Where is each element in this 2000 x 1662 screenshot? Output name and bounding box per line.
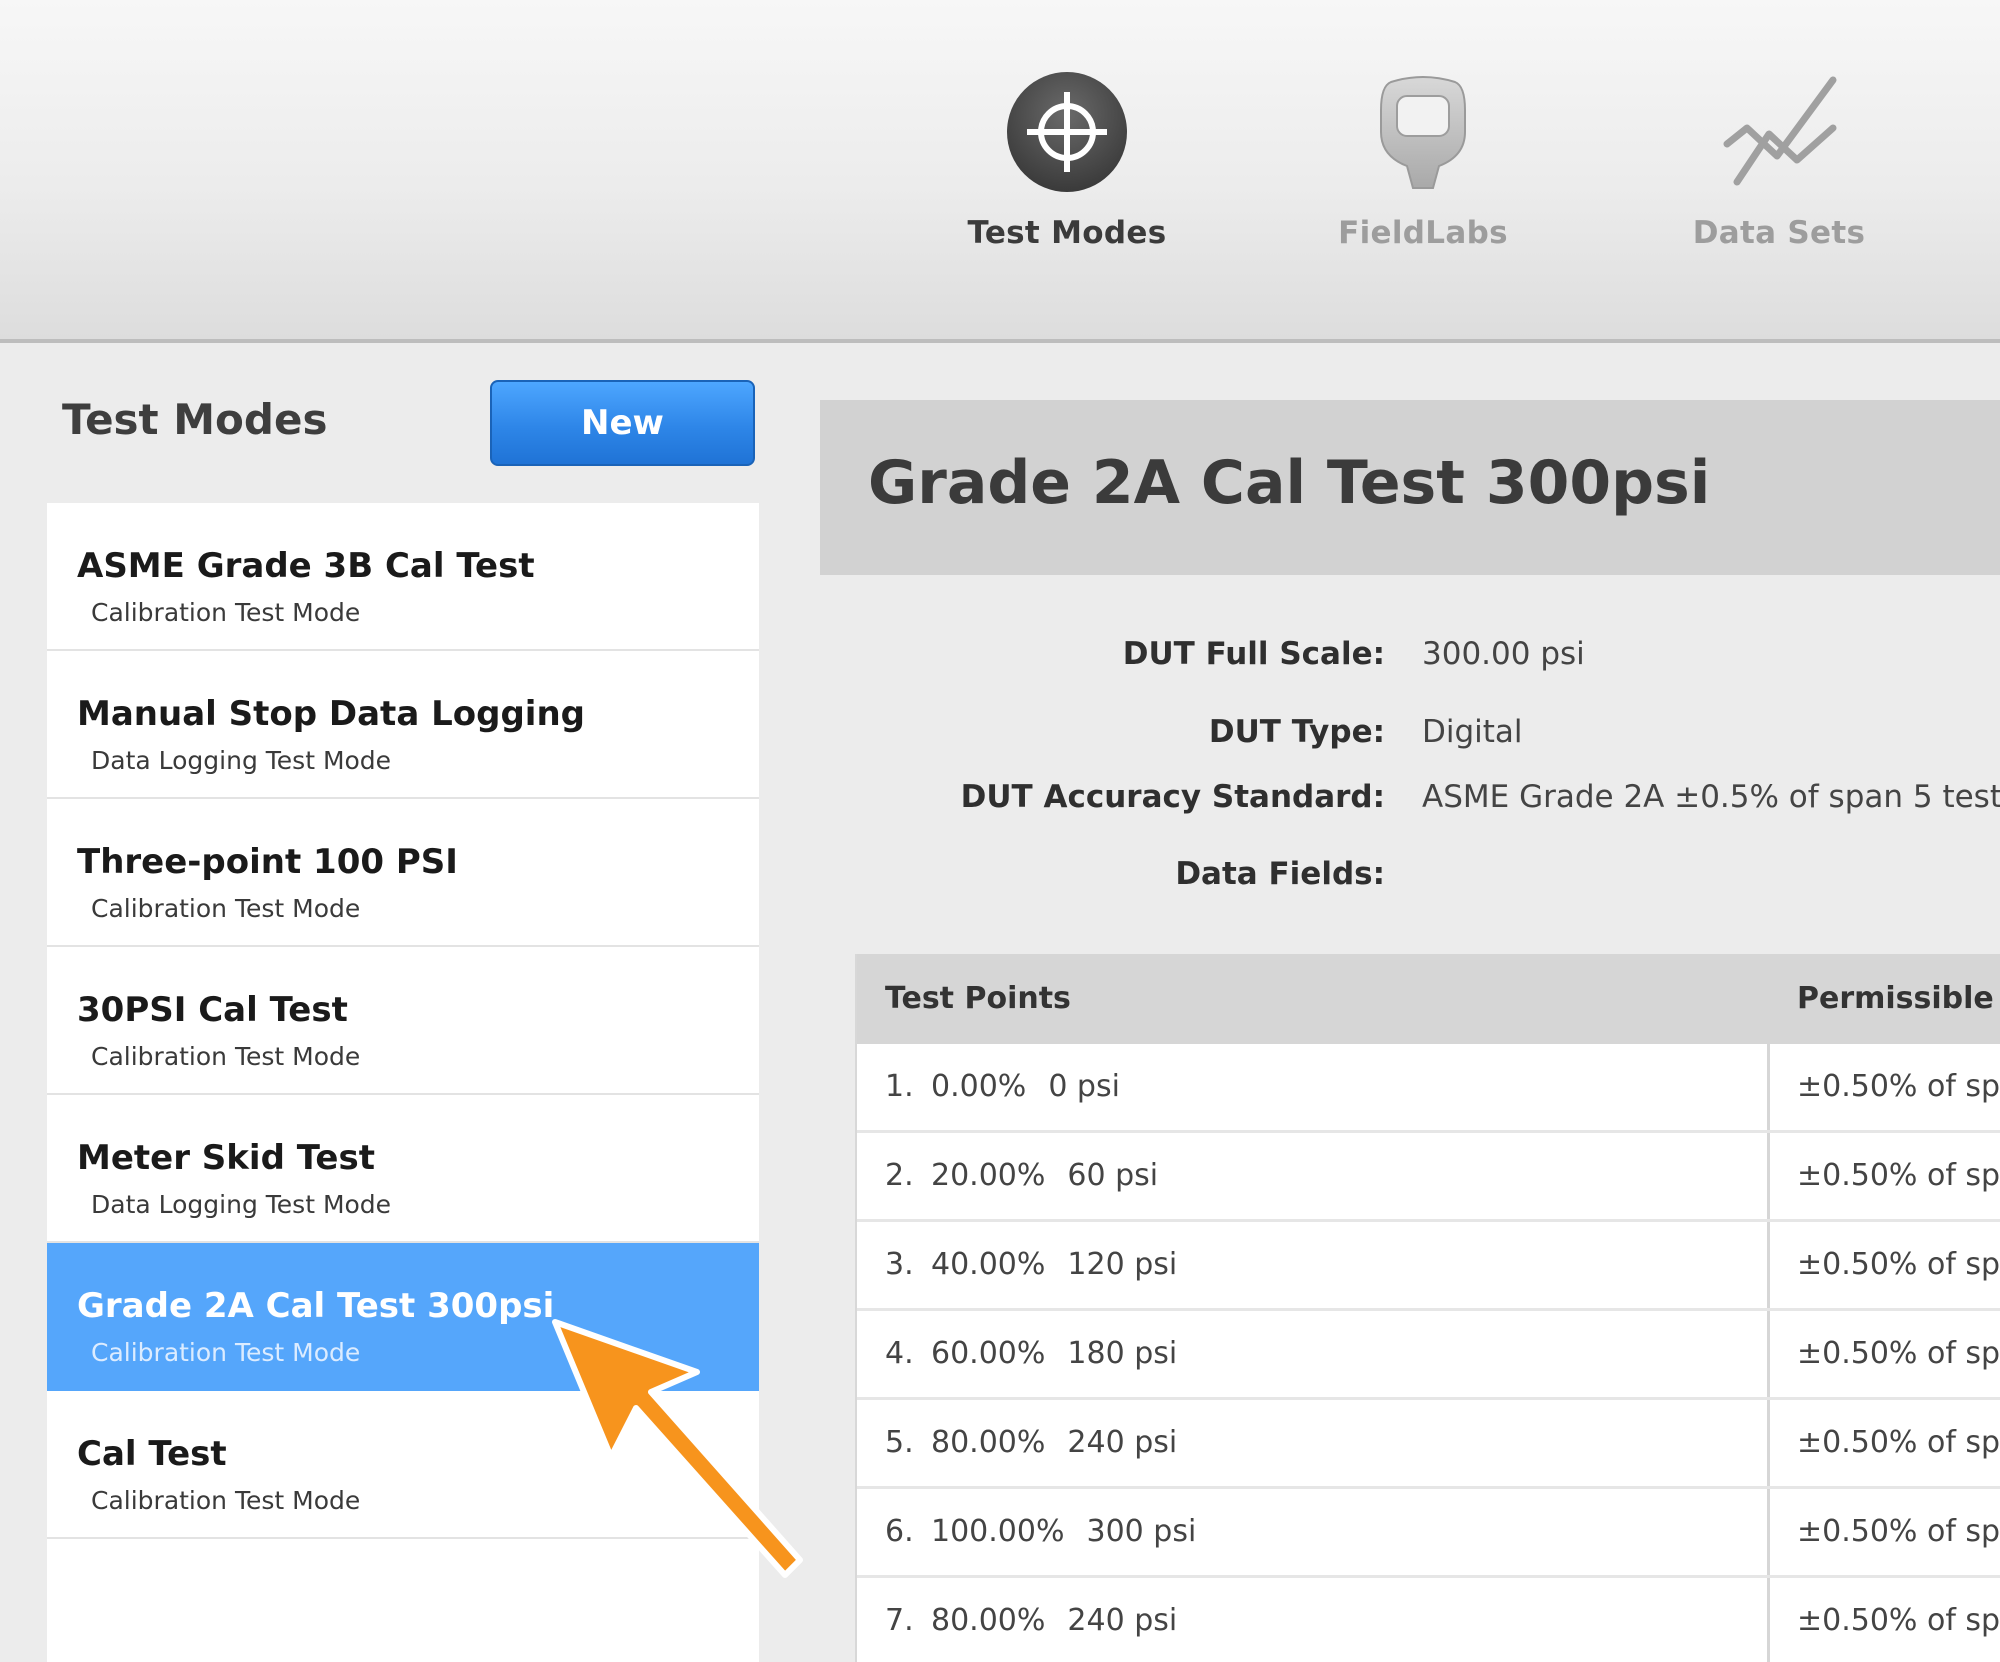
table-row[interactable]: 1. 0.00% 0 psi ±0.50% of spa (857, 1044, 2000, 1133)
list-item-title: ASME Grade 3B Cal Test (77, 546, 535, 586)
test-point-cell: 6. 100.00% 300 psi (885, 1489, 1755, 1575)
list-item-subtitle: Calibration Test Mode (91, 894, 361, 923)
row-percent: 80.00% (931, 1603, 1046, 1638)
row-number: 1. (885, 1069, 914, 1104)
row-percent: 20.00% (931, 1158, 1046, 1193)
column-header-permissible-error: Permissible E (1797, 981, 2000, 1016)
test-point-cell: 7. 80.00% 240 psi (885, 1578, 1755, 1662)
list-item-subtitle: Data Logging Test Mode (91, 1190, 392, 1219)
row-number: 7. (885, 1603, 914, 1638)
row-percent: 100.00% (931, 1514, 1065, 1549)
list-item[interactable]: Manual Stop Data Logging Data Logging Te… (47, 651, 759, 799)
permissible-error-cell: ±0.50% of spa (1797, 1336, 2000, 1371)
crosshair-icon (1007, 72, 1127, 192)
table-row[interactable]: 4. 60.00% 180 psi ±0.50% of spa (857, 1311, 2000, 1400)
list-item[interactable]: ASME Grade 3B Cal Test Calibration Test … (47, 503, 759, 651)
row-number: 4. (885, 1336, 914, 1371)
row-value: 240 psi (1067, 1425, 1178, 1460)
row-value: 300 psi (1086, 1514, 1197, 1549)
test-points-table: Test Points Permissible E 1. 0.00% 0 psi ±… (855, 954, 2000, 1662)
list-item[interactable]: 30PSI Cal Test Calibration Test Mode (47, 947, 759, 1095)
test-mode-list: ASME Grade 3B Cal Test Calibration Test … (47, 503, 759, 1662)
row-number: 6. (885, 1514, 914, 1549)
line-graph-icon (1723, 76, 1837, 186)
permissible-error-cell: ±0.50% of spa (1797, 1247, 2000, 1282)
row-percent: 80.00% (931, 1425, 1046, 1460)
prop-value-full-scale: 300.00 psi (1422, 636, 1585, 672)
list-item[interactable]: Meter Skid Test Data Logging Test Mode (47, 1095, 759, 1243)
prop-value-accuracy-standard: ASME Grade 2A ±0.5% of span 5 test pc (1422, 779, 2000, 815)
list-item-selected[interactable]: Grade 2A Cal Test 300psi Calibration Tes… (47, 1243, 759, 1391)
table-row[interactable]: 7. 80.00% 240 psi ±0.50% of spa (857, 1578, 2000, 1662)
list-item-title: Meter Skid Test (77, 1138, 375, 1178)
row-value: 120 psi (1067, 1247, 1178, 1282)
row-percent: 60.00% (931, 1336, 1046, 1371)
prop-label-dut-type: DUT Type: (1208, 714, 1385, 750)
permissible-error-cell: ±0.50% of spa (1797, 1425, 2000, 1460)
list-item-title: Cal Test (77, 1434, 227, 1474)
table-row[interactable]: 6. 100.00% 300 psi ±0.50% of spa (857, 1489, 2000, 1578)
list-item-title: Three-point 100 PSI (77, 842, 458, 882)
tab-label: Test Modes (967, 215, 1167, 251)
table-row[interactable]: 3. 40.00% 120 psi ±0.50% of spa (857, 1222, 2000, 1311)
list-item-title: Manual Stop Data Logging (77, 694, 585, 734)
list-item[interactable]: Three-point 100 PSI Calibration Test Mod… (47, 799, 759, 947)
list-item-subtitle: Calibration Test Mode (91, 598, 361, 627)
tab-label: FieldLabs (1338, 215, 1508, 251)
detail-title: Grade 2A Cal Test 300psi (868, 448, 1711, 518)
new-test-mode-button[interactable]: New (490, 380, 755, 466)
column-header-test-points: Test Points (885, 981, 1071, 1016)
tab-test-modes[interactable]: Test Modes (952, 60, 1182, 280)
prop-label-data-fields: Data Fields: (1175, 856, 1385, 892)
prop-label-full-scale: DUT Full Scale: (1122, 636, 1385, 672)
row-number: 5. (885, 1425, 914, 1460)
tab-label: Data Sets (1692, 215, 1866, 251)
test-point-cell: 4. 60.00% 180 psi (885, 1311, 1755, 1397)
test-point-cell: 3. 40.00% 120 psi (885, 1222, 1755, 1308)
row-value: 240 psi (1067, 1603, 1178, 1638)
top-toolbar: Test Modes FieldLabs Data Sets (0, 0, 2000, 343)
detail-header: Grade 2A Cal Test 300psi (820, 400, 2000, 575)
tab-data-sets[interactable]: Data Sets (1664, 60, 1894, 280)
list-item-subtitle: Calibration Test Mode (91, 1338, 361, 1367)
permissible-error-cell: ±0.50% of spa (1797, 1514, 2000, 1549)
test-point-cell: 1. 0.00% 0 psi (885, 1044, 1755, 1130)
list-item-subtitle: Data Logging Test Mode (91, 746, 392, 775)
row-number: 2. (885, 1158, 914, 1193)
test-point-cell: 2. 20.00% 60 psi (885, 1133, 1755, 1219)
prop-value-dut-type: Digital (1422, 714, 1523, 750)
row-value: 0 psi (1048, 1069, 1120, 1104)
list-item[interactable]: Cal Test Calibration Test Mode (47, 1391, 759, 1539)
table-header-row: Test Points Permissible E (857, 954, 2000, 1044)
gauge-device-icon (1380, 76, 1466, 189)
permissible-error-cell: ±0.50% of spa (1797, 1069, 2000, 1104)
row-percent: 40.00% (931, 1247, 1046, 1282)
list-item-subtitle: Calibration Test Mode (91, 1486, 361, 1515)
row-percent: 0.00% (931, 1069, 1027, 1104)
list-item-title: 30PSI Cal Test (77, 990, 348, 1030)
test-point-cell: 5. 80.00% 240 psi (885, 1400, 1755, 1486)
row-value: 60 psi (1067, 1158, 1159, 1193)
table-row[interactable]: 5. 80.00% 240 psi ±0.50% of spa (857, 1400, 2000, 1489)
table-row[interactable]: 2. 20.00% 60 psi ±0.50% of spa (857, 1133, 2000, 1222)
row-value: 180 psi (1067, 1336, 1178, 1371)
row-number: 3. (885, 1247, 914, 1282)
permissible-error-cell: ±0.50% of spa (1797, 1158, 2000, 1193)
prop-label-accuracy-standard: DUT Accuracy Standard: (960, 779, 1385, 815)
list-item-title: Grade 2A Cal Test 300psi (77, 1286, 555, 1326)
list-item-subtitle: Calibration Test Mode (91, 1042, 361, 1071)
sidebar-title: Test Modes (62, 395, 328, 444)
tab-fieldlabs[interactable]: FieldLabs (1308, 60, 1538, 280)
permissible-error-cell: ±0.50% of spa (1797, 1603, 2000, 1638)
